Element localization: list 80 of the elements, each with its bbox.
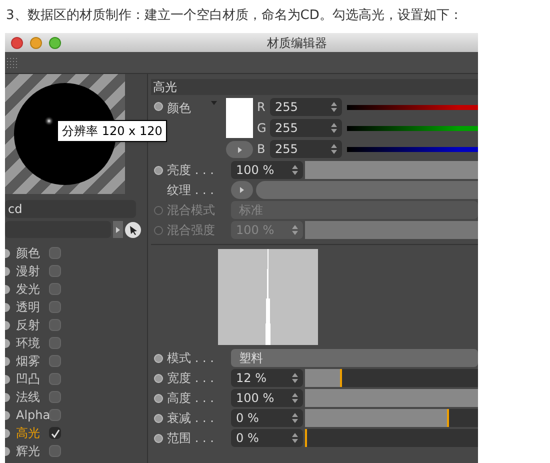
value-field[interactable]: 12 % xyxy=(231,369,303,387)
channel-checkbox[interactable] xyxy=(49,319,61,331)
spinner-arrows-icon[interactable] xyxy=(331,123,337,133)
spinner-arrows-icon[interactable] xyxy=(292,165,298,175)
value-field[interactable]: 100 % xyxy=(231,389,303,407)
slider[interactable] xyxy=(305,429,478,447)
channel-letter: G xyxy=(257,120,265,137)
spinner-arrows-icon[interactable] xyxy=(292,393,298,403)
channel-checkbox[interactable] xyxy=(49,409,61,421)
pick-cursor-icon[interactable] xyxy=(125,222,141,238)
caption: 3、数据区的材质制作：建立一个空白材质，命名为CD。勾选高光，设置如下： xyxy=(5,7,464,25)
spinner-arrows-icon[interactable] xyxy=(331,102,337,112)
channel-item[interactable]: 高光 xyxy=(16,424,49,442)
material-name-field[interactable]: cd xyxy=(5,200,136,218)
channel-item[interactable]: Alpha xyxy=(16,406,49,424)
resolution-tooltip: 分辨率 120 x 120 xyxy=(57,120,168,142)
channel-checkbox[interactable] xyxy=(49,427,61,439)
value-field[interactable]: 0 % xyxy=(231,409,303,427)
channel-item[interactable]: 发光 xyxy=(16,280,49,298)
zoom-icon[interactable] xyxy=(49,36,61,48)
channel-letter: R xyxy=(257,99,265,116)
play-icon xyxy=(116,226,120,232)
spinner-arrows-icon[interactable] xyxy=(292,413,298,423)
channel-item[interactable]: 颜色 xyxy=(16,244,49,262)
channel-checkbox[interactable] xyxy=(49,247,61,259)
param-label: 模式 . . . xyxy=(167,350,215,367)
slider[interactable] xyxy=(305,161,478,179)
channel-item[interactable]: 烟雾 xyxy=(16,352,49,370)
play-icon xyxy=(240,187,244,193)
param-label: 颜色 xyxy=(167,100,191,117)
value-field[interactable]: 255 xyxy=(270,119,342,137)
channel-checkbox[interactable] xyxy=(49,265,61,277)
channel-item[interactable]: 凹凸 xyxy=(16,370,49,388)
slider[interactable] xyxy=(305,369,478,387)
channel-checkbox[interactable] xyxy=(49,445,61,457)
param-label: 纹理 . . . xyxy=(167,182,215,199)
value-field[interactable]: 255 xyxy=(270,140,342,158)
value-field[interactable]: 0 % xyxy=(231,429,303,447)
param-label: 混合模式 xyxy=(167,202,216,219)
play-icon xyxy=(238,146,242,152)
channel-item[interactable]: 辉光 xyxy=(16,442,49,460)
channel-letter: B xyxy=(257,141,265,158)
param-label: 衰减 . . . xyxy=(167,410,215,427)
expand-button[interactable] xyxy=(113,221,123,238)
minimize-icon[interactable] xyxy=(30,36,42,48)
spinner-arrows-icon[interactable] xyxy=(292,373,298,383)
color-gradient-bar[interactable] xyxy=(347,104,478,110)
color-gradient-bar[interactable] xyxy=(347,126,478,130)
link-field[interactable] xyxy=(5,221,111,238)
channel-item[interactable]: 环境 xyxy=(16,334,49,352)
color-swatch[interactable] xyxy=(226,98,253,138)
checkmark-icon xyxy=(50,428,60,438)
channel-item[interactable]: 透明 xyxy=(16,298,49,316)
channel-checkbox[interactable] xyxy=(49,301,61,313)
channel-item[interactable]: 法线 xyxy=(16,388,49,406)
dropdown[interactable]: 塑料 xyxy=(231,349,478,367)
spinner-arrows-icon[interactable] xyxy=(331,144,337,154)
channel-item[interactable]: 反射 xyxy=(16,316,49,334)
value-field[interactable]: 100 % xyxy=(231,161,303,179)
param-label: 混合强度 xyxy=(167,222,216,239)
expand-button[interactable] xyxy=(226,141,253,158)
param-label: 范围 . . . xyxy=(167,430,215,447)
section-header: 高光 xyxy=(151,79,478,95)
window-title: 材质编辑器 xyxy=(267,34,327,52)
expand-button[interactable] xyxy=(231,181,253,199)
param-label: 宽度 . . . xyxy=(167,370,215,387)
param-label: 亮度 . . . xyxy=(167,162,215,179)
channel-checkbox[interactable] xyxy=(49,283,61,295)
channel-item[interactable]: 漫射 xyxy=(16,262,49,280)
spinner-arrows-icon[interactable] xyxy=(292,433,298,443)
slider[interactable] xyxy=(305,389,478,407)
channel-checkbox[interactable] xyxy=(49,391,61,403)
param-label: 高度 . . . xyxy=(167,390,215,407)
channel-checkbox[interactable] xyxy=(49,373,61,385)
slider[interactable] xyxy=(305,409,478,427)
channel-checkbox[interactable] xyxy=(49,337,61,349)
color-gradient-bar[interactable] xyxy=(347,146,478,152)
channel-checkbox[interactable] xyxy=(49,355,61,367)
value-field[interactable]: 255 xyxy=(270,98,342,116)
close-icon[interactable] xyxy=(11,36,23,48)
